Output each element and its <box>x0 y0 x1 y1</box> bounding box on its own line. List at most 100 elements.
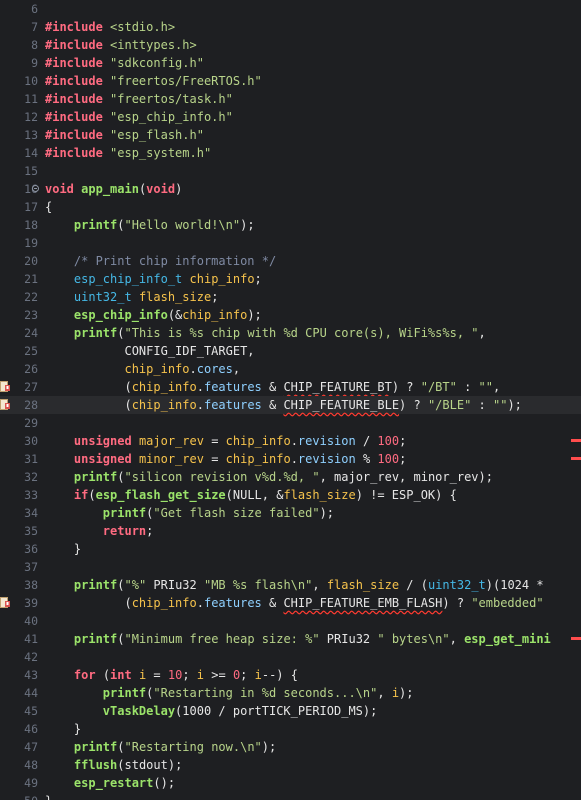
code-line[interactable]: 15 <box>0 162 581 180</box>
code-text[interactable]: chip_info.cores, <box>45 360 581 378</box>
code-line[interactable]: 26 chip_info.cores, <box>0 360 581 378</box>
code-line[interactable]: 30 unsigned major_rev = chip_info.revisi… <box>0 432 581 450</box>
code-text[interactable] <box>45 0 581 18</box>
code-text[interactable]: printf("silicon revision v%d.%d, ", majo… <box>45 468 581 486</box>
code-line[interactable]: 6 <box>0 0 581 18</box>
code-text[interactable]: /* Print chip information */ <box>45 252 581 270</box>
code-text[interactable]: (chip_info.features & CHIP_FEATURE_BT) ?… <box>45 378 581 396</box>
code-text[interactable]: } <box>45 792 581 800</box>
code-line[interactable]: 23 esp_chip_info(&chip_info); <box>0 306 581 324</box>
code-line[interactable]: 34 printf("Get flash size failed"); <box>0 504 581 522</box>
code-text[interactable]: #include "esp_chip_info.h" <box>45 108 581 126</box>
code-line[interactable]: 48 fflush(stdout); <box>0 756 581 774</box>
code-line[interactable]: 24 printf("This is %s chip with %d CPU c… <box>0 324 581 342</box>
overview-error-marker[interactable] <box>571 457 581 460</box>
code-text[interactable]: { <box>45 198 581 216</box>
code-text[interactable]: esp_restart(); <box>45 774 581 792</box>
code-line[interactable]: 35 return; <box>0 522 581 540</box>
code-text[interactable]: unsigned major_rev = chip_info.revision … <box>45 432 581 450</box>
code-text[interactable]: printf("Restarting now.\n"); <box>45 738 581 756</box>
code-line[interactable]: 11 #include "freertos/task.h" <box>0 90 581 108</box>
code-text[interactable]: } <box>45 540 581 558</box>
code-line[interactable]: 29 <box>0 414 581 432</box>
code-line[interactable]: 25 CONFIG_IDF_TARGET, <box>0 342 581 360</box>
code-line[interactable]: 42 <box>0 648 581 666</box>
code-line[interactable]: 22 uint32_t flash_size; <box>0 288 581 306</box>
code-text[interactable]: if(esp_flash_get_size(NULL, &flash_size)… <box>45 486 581 504</box>
code-text[interactable]: return; <box>45 522 581 540</box>
code-line[interactable]: 9 #include "sdkconfig.h" <box>0 54 581 72</box>
code-line[interactable]: 10 #include "freertos/FreeRTOS.h" <box>0 72 581 90</box>
code-text[interactable]: printf("%" PRIu32 "MB %s flash\n", flash… <box>45 576 581 594</box>
code-text[interactable]: for (int i = 10; i >= 0; i--) { <box>45 666 581 684</box>
code-text[interactable]: #include "esp_system.h" <box>45 144 581 162</box>
code-text[interactable]: #include "sdkconfig.h" <box>45 54 581 72</box>
code-text[interactable]: unsigned minor_rev = chip_info.revision … <box>45 450 581 468</box>
overview-error-marker[interactable] <box>571 637 581 640</box>
code-text[interactable]: } <box>45 720 581 738</box>
code-text[interactable]: printf("Get flash size failed"); <box>45 504 581 522</box>
overview-error-marker[interactable] <box>571 439 581 442</box>
code-text[interactable]: void app_main(void) <box>45 180 581 198</box>
code-line[interactable]: 27 (chip_info.features & CHIP_FEATURE_BT… <box>0 378 581 396</box>
code-text[interactable]: uint32_t flash_size; <box>45 288 581 306</box>
code-text[interactable]: #include <inttypes.h> <box>45 36 581 54</box>
line-number: 23 <box>24 308 38 322</box>
code-text[interactable]: #include <stdio.h> <box>45 18 581 36</box>
code-line[interactable]: 21 esp_chip_info_t chip_info; <box>0 270 581 288</box>
code-line[interactable]: 33 if(esp_flash_get_size(NULL, &flash_si… <box>0 486 581 504</box>
code-line[interactable]: 39 (chip_info.features & CHIP_FEATURE_EM… <box>0 594 581 612</box>
code-line[interactable]: 17 { <box>0 198 581 216</box>
code-line[interactable]: 47 printf("Restarting now.\n"); <box>0 738 581 756</box>
code-line[interactable]: 12 #include "esp_chip_info.h" <box>0 108 581 126</box>
code-line[interactable]: 20 /* Print chip information */ <box>0 252 581 270</box>
code-text[interactable]: (chip_info.features & CHIP_FEATURE_BLE) … <box>45 396 581 414</box>
code-line[interactable]: 40 <box>0 612 581 630</box>
code-line[interactable]: 46 } <box>0 720 581 738</box>
code-line[interactable]: 31 unsigned minor_rev = chip_info.revisi… <box>0 450 581 468</box>
code-line[interactable]: 8 #include <inttypes.h> <box>0 36 581 54</box>
code-line[interactable]: 14 #include "esp_system.h" <box>0 144 581 162</box>
code-text[interactable] <box>45 162 581 180</box>
code-text[interactable] <box>45 558 581 576</box>
code-text[interactable]: #include "esp_flash.h" <box>45 126 581 144</box>
fold-toggle-icon[interactable] <box>32 185 39 192</box>
bookmark-warning-icon[interactable] <box>0 597 11 608</box>
code-token: , <box>232 362 241 376</box>
code-line[interactable]: 41 printf("Minimum free heap size: %" PR… <box>0 630 581 648</box>
code-text[interactable]: printf("Hello world!\n"); <box>45 216 581 234</box>
code-text[interactable]: (chip_info.features & CHIP_FEATURE_EMB_F… <box>45 594 581 612</box>
code-text[interactable] <box>45 612 581 630</box>
code-line[interactable]: 49 esp_restart(); <box>0 774 581 792</box>
code-text[interactable]: esp_chip_info_t chip_info; <box>45 270 581 288</box>
code-editor[interactable]: 6 7 #include <stdio.h> 8 #include <inttypes.… <box>0 0 581 800</box>
code-line[interactable]: 32 printf("silicon revision v%d.%d, ", m… <box>0 468 581 486</box>
code-line[interactable]: 19 <box>0 234 581 252</box>
code-line[interactable]: 36 } <box>0 540 581 558</box>
code-line[interactable]: 37 <box>0 558 581 576</box>
code-line[interactable]: 16void app_main(void) <box>0 180 581 198</box>
code-line[interactable]: 38 printf("%" PRIu32 "MB %s flash\n", fl… <box>0 576 581 594</box>
code-text[interactable]: esp_chip_info(&chip_info); <box>45 306 581 324</box>
code-text[interactable]: #include "freertos/task.h" <box>45 90 581 108</box>
code-text[interactable]: vTaskDelay(1000 / portTICK_PERIOD_MS); <box>45 702 581 720</box>
code-line[interactable]: 28 (chip_info.features & CHIP_FEATURE_BL… <box>0 396 581 414</box>
code-line[interactable]: 44 printf("Restarting in %d seconds...\n… <box>0 684 581 702</box>
code-text[interactable]: printf("This is %s chip with %d CPU core… <box>45 324 581 342</box>
code-text[interactable]: #include "freertos/FreeRTOS.h" <box>45 72 581 90</box>
code-text[interactable] <box>45 648 581 666</box>
code-text[interactable]: CONFIG_IDF_TARGET, <box>45 342 581 360</box>
code-text[interactable]: printf("Restarting in %d seconds...\n", … <box>45 684 581 702</box>
code-line[interactable]: 7 #include <stdio.h> <box>0 18 581 36</box>
code-line[interactable]: 50} <box>0 792 581 800</box>
code-text[interactable]: printf("Minimum free heap size: %" PRIu3… <box>45 630 581 648</box>
code-text[interactable]: fflush(stdout); <box>45 756 581 774</box>
code-text[interactable] <box>45 414 581 432</box>
bookmark-warning-icon[interactable] <box>0 399 11 410</box>
code-line[interactable]: 45 vTaskDelay(1000 / portTICK_PERIOD_MS)… <box>0 702 581 720</box>
code-line[interactable]: 18 printf("Hello world!\n"); <box>0 216 581 234</box>
code-line[interactable]: 43 for (int i = 10; i >= 0; i--) { <box>0 666 581 684</box>
bookmark-warning-icon[interactable] <box>0 381 11 392</box>
code-line[interactable]: 13 #include "esp_flash.h" <box>0 126 581 144</box>
code-text[interactable] <box>45 234 581 252</box>
